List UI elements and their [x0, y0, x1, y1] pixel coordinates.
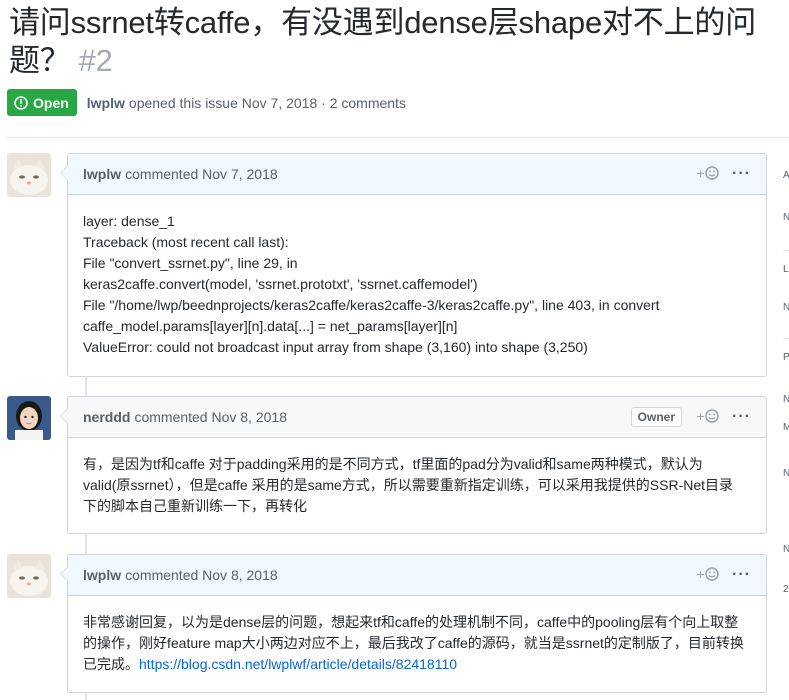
issue-state-badge: Open [7, 89, 77, 116]
comment-header: nerddd commented Nov 8, 2018 Owner + ··· [68, 397, 766, 438]
sidebar-fragment: L [783, 264, 789, 275]
comment-body: layer: dense_1 Traceback (most recent ca… [68, 195, 766, 372]
comment-author-link[interactable]: lwplw [83, 166, 121, 182]
issue-author-link[interactable]: lwplw [87, 95, 125, 111]
comment-1: lwplw commented Nov 7, 2018 + ··· layer:… [60, 153, 767, 377]
comment-date[interactable]: commented Nov 7, 2018 [125, 166, 278, 182]
svg-text:+: + [696, 568, 705, 581]
comment-author-link[interactable]: lwplw [83, 567, 121, 583]
smiley-icon: + [696, 408, 720, 426]
issue-number: #2 [78, 43, 113, 78]
add-reaction-button[interactable]: + [696, 408, 720, 426]
comment-body: 非常感谢回复，以为是dense层的问题，想起来tf和caffe的处理机制不同，c… [68, 596, 766, 689]
sidebar-fragment: A [783, 170, 789, 181]
sidebar-fragment: N [783, 544, 789, 555]
issue-meta-text: opened this issue Nov 7, 2018 · 2 commen… [128, 94, 406, 111]
comment-author-link[interactable]: nerddd [83, 409, 130, 425]
sidebar-fragment: N [783, 302, 789, 313]
issue-meta: Open lwplw opened this issue Nov 7, 2018… [7, 89, 406, 116]
comment-line-text: 已完成。 [83, 656, 139, 672]
kebab-horizontal-icon[interactable]: ··· [732, 566, 751, 584]
sidebar-fragment: N [783, 394, 789, 405]
comment-line: 有，是因为tf和caffe 对于padding采用的是不同方式，tf里面的pad… [83, 456, 703, 472]
comment-line: 已完成。https://blog.csdn.net/lwplwf/article… [83, 654, 751, 675]
sidebar-fragment: P [783, 352, 789, 363]
timeline-connector [85, 533, 87, 555]
comment-line: Traceback (most recent call last): [83, 234, 289, 250]
issue-state-label: Open [33, 94, 69, 111]
comment-line: 的操作，刚好feature map大小两边对应不上，最后我改了caffe的源码，… [83, 635, 744, 651]
blog-link[interactable]: https://blog.csdn.net/lwplwf/article/det… [139, 656, 457, 672]
avatar-nerddd[interactable] [7, 396, 51, 440]
issue-opened-icon [14, 95, 28, 110]
sidebar-fragment: M [783, 422, 789, 433]
comment-line: File "/home/lwp/beednprojects/keras2caff… [83, 297, 660, 313]
comment-line: caffe_model.params[layer][n].data[...] =… [83, 318, 458, 334]
sidebar-divider [783, 338, 789, 339]
sidebar-fragment: 2 [783, 584, 789, 595]
comment-line: 下的脚本自己重新训练一下，再转化 [83, 498, 307, 514]
comment-header: lwplw commented Nov 7, 2018 + ··· [68, 154, 766, 195]
comment-2: nerddd commented Nov 8, 2018 Owner + ···… [60, 396, 767, 534]
add-reaction-button[interactable]: + [696, 165, 720, 183]
timeline-connector [85, 376, 87, 398]
smiley-icon: + [696, 165, 720, 183]
comment-header: lwplw commented Nov 8, 2018 + ··· [68, 555, 766, 596]
issue-title-text: 请问ssrnet转caffe，有没遇到dense层shape对不上的问题？ [9, 5, 756, 78]
smiley-icon: + [696, 566, 720, 584]
sidebar-divider [783, 250, 789, 251]
issue-title: 请问ssrnet转caffe，有没遇到dense层shape对不上的问题？ #2 [9, 4, 787, 80]
owner-badge: Owner [630, 407, 683, 427]
comment-line: 非常感谢回复，以为是dense层的问题，想起来tf和caffe的处理机制不同，c… [83, 614, 739, 630]
sidebar-fragment: N [783, 468, 789, 479]
comment-date[interactable]: commented Nov 8, 2018 [134, 409, 287, 425]
comment-3: lwplw commented Nov 8, 2018 + ··· 非常感谢回复… [60, 554, 767, 693]
kebab-horizontal-icon[interactable]: ··· [732, 408, 751, 426]
avatar-lwplw[interactable] [7, 153, 51, 197]
comment-date[interactable]: commented Nov 8, 2018 [125, 567, 278, 583]
sidebar-fragment: N [783, 212, 789, 223]
avatar-lwplw[interactable] [7, 554, 51, 598]
comment-body: 有，是因为tf和caffe 对于padding采用的是不同方式，tf里面的pad… [68, 438, 766, 531]
header-divider [7, 137, 789, 138]
kebab-horizontal-icon[interactable]: ··· [732, 165, 751, 183]
comment-line: valid(原ssrnet），但是caffe 采用的是same方式，所以需要重新… [83, 477, 734, 493]
comment-line: layer: dense_1 [83, 213, 175, 229]
comment-line: ValueError: could not broadcast input ar… [83, 339, 588, 355]
svg-text:+: + [696, 167, 705, 180]
svg-text:+: + [696, 410, 705, 423]
timeline-connector [85, 692, 87, 700]
comment-line: File "convert_ssrnet.py", line 29, in [83, 255, 298, 271]
comment-line: keras2caffe.convert(model, 'ssrnet.proto… [83, 276, 478, 292]
add-reaction-button[interactable]: + [696, 566, 720, 584]
